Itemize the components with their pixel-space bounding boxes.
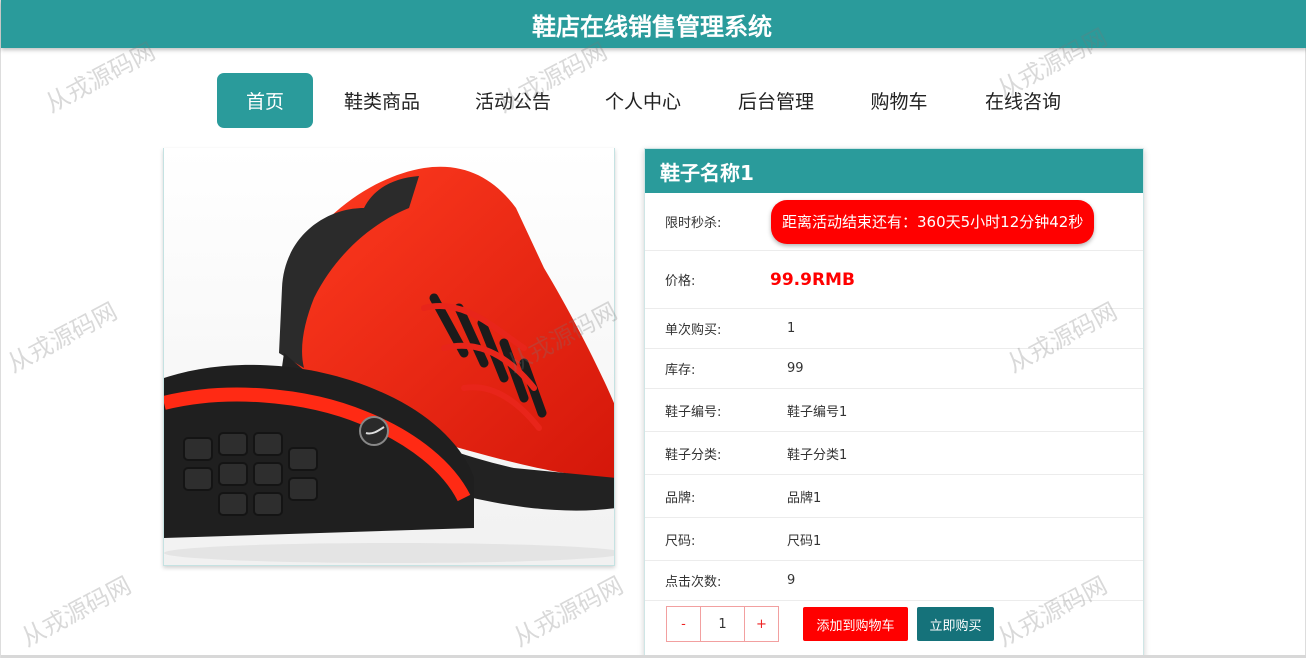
number-value: 鞋子编号1 (787, 404, 848, 420)
category-value: 鞋子分类1 (787, 447, 848, 463)
size-label: 尺码: (665, 533, 696, 549)
category-row: 鞋子分类: 鞋子分类1 (645, 432, 1143, 475)
header-bar: 鞋店在线销售管理系统 (1, 0, 1306, 48)
clicks-value: 9 (787, 573, 796, 588)
per-purchase-row: 单次购买: 1 (645, 309, 1143, 349)
watermark: 从戎源码网 (2, 297, 122, 379)
clicks-row: 点击次数: 9 (645, 561, 1143, 601)
nav-item-profile[interactable]: 个人中心 (575, 73, 711, 128)
nav-item-consult[interactable]: 在线咨询 (957, 73, 1089, 128)
quantity-stepper: - + (666, 606, 779, 642)
flash-sale-label: 限时秒杀: (665, 216, 722, 231)
number-row: 鞋子编号: 鞋子编号1 (645, 389, 1143, 432)
red-shoe-icon (164, 148, 614, 565)
number-label: 鞋子编号: (665, 404, 722, 420)
nav-item-shoes[interactable]: 鞋类商品 (313, 73, 451, 128)
brand-label: 品牌: (665, 490, 696, 506)
stock-row: 库存: 99 (645, 349, 1143, 389)
product-name: 鞋子名称1 (645, 149, 1143, 193)
product-image (163, 148, 615, 566)
price-row: 价格: 99.9RMB (645, 251, 1143, 309)
clicks-label: 点击次数: (665, 575, 722, 590)
decrease-button[interactable]: - (667, 607, 700, 641)
watermark: 从戎源码网 (508, 571, 628, 653)
increase-button[interactable]: + (745, 607, 778, 641)
buy-now-button[interactable]: 立即购买 (917, 607, 994, 641)
price-value: 99.9RMB (770, 269, 855, 290)
price-label: 价格: (665, 274, 696, 289)
site-title: 鞋店在线销售管理系统 (532, 12, 772, 41)
countdown-badge: 距离活动结束还有：360天5小时12分钟42秒 (771, 199, 1095, 244)
product-detail-panel: 鞋子名称1 限时秒杀: 距离活动结束还有：360天5小时12分钟42秒 价格: … (644, 148, 1144, 658)
per-purchase-label: 单次购买: (665, 323, 722, 338)
nav-item-admin[interactable]: 后台管理 (711, 73, 841, 128)
stock-value: 99 (787, 361, 804, 376)
category-label: 鞋子分类: (665, 447, 722, 463)
nav-item-home[interactable]: 首页 (217, 72, 313, 128)
nav-item-cart[interactable]: 购物车 (841, 73, 957, 128)
brand-row: 品牌: 品牌1 (645, 475, 1143, 518)
size-row: 尺码: 尺码1 (645, 518, 1143, 561)
brand-value: 品牌1 (787, 490, 822, 506)
watermark: 从戎源码网 (16, 571, 136, 653)
purchase-actions: - + 添加到购物车 立即购买 (645, 601, 1143, 647)
nav-item-announcements[interactable]: 活动公告 (451, 73, 575, 128)
quantity-input[interactable] (700, 607, 745, 641)
per-purchase-value: 1 (787, 321, 796, 336)
main-nav: 首页 鞋类商品 活动公告 个人中心 后台管理 购物车 在线咨询 (217, 72, 1089, 128)
stock-label: 库存: (665, 363, 696, 378)
size-value: 尺码1 (787, 533, 822, 549)
page: 鞋店在线销售管理系统 首页 鞋类商品 活动公告 个人中心 后台管理 购物车 在线… (0, 0, 1306, 658)
flash-sale-row: 限时秒杀: 距离活动结束还有：360天5小时12分钟42秒 (645, 193, 1143, 251)
add-to-cart-button[interactable]: 添加到购物车 (803, 607, 908, 641)
